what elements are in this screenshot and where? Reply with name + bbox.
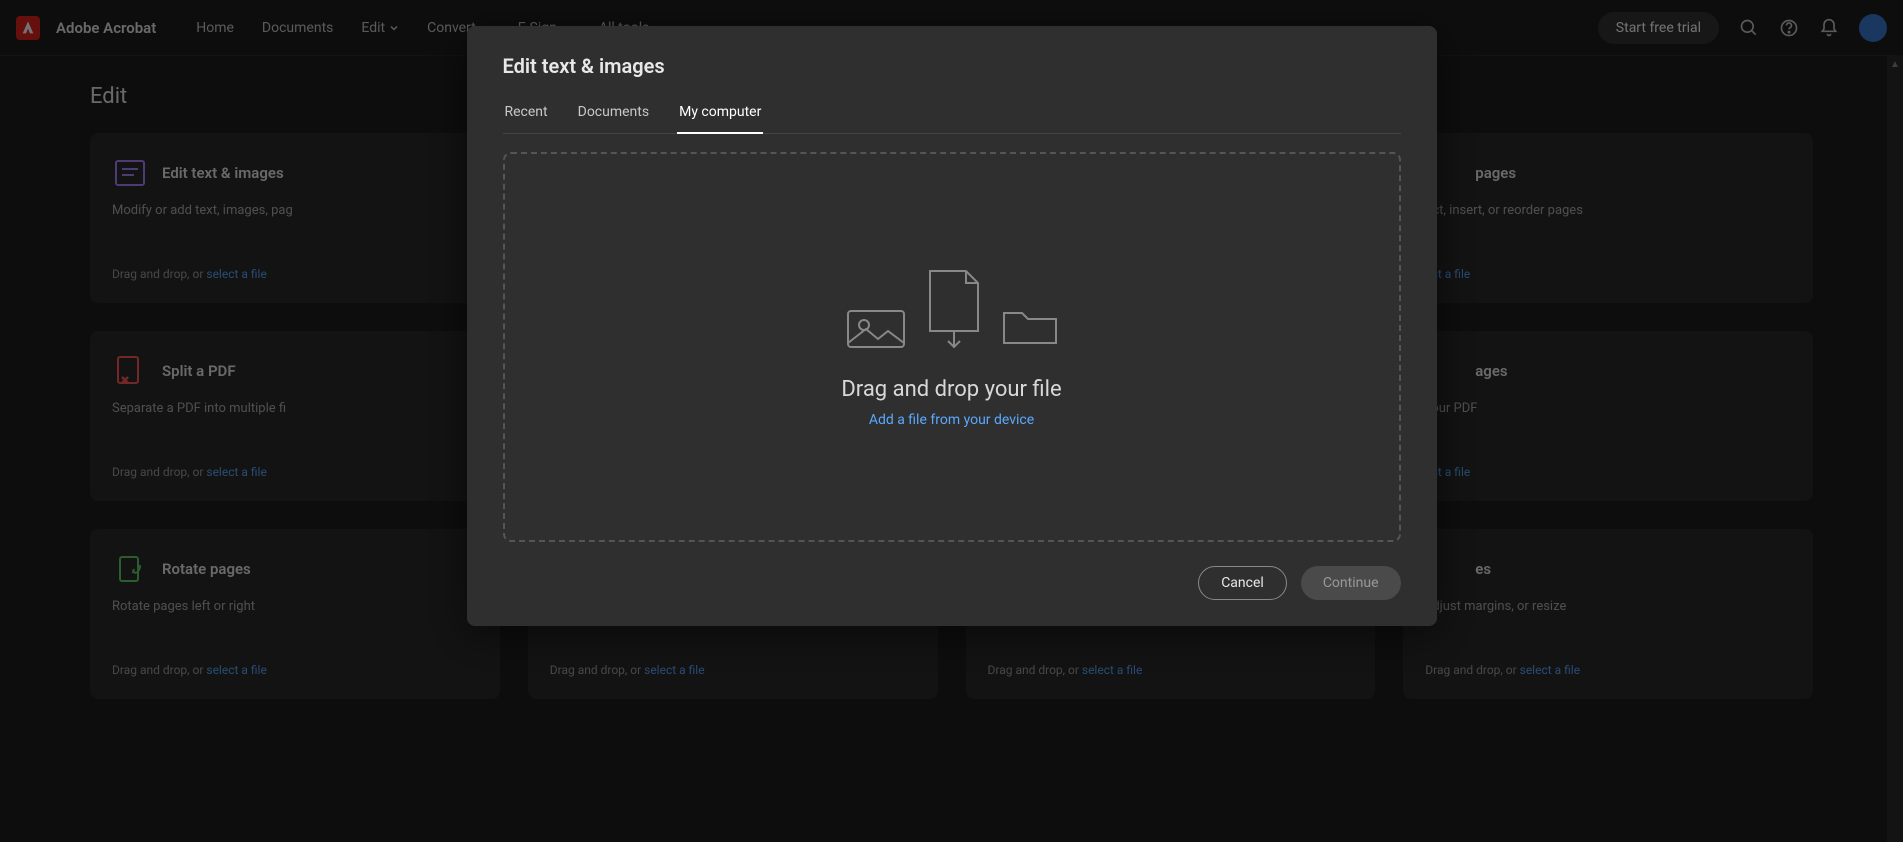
modal-actions: Cancel Continue bbox=[503, 566, 1401, 600]
file-picker-modal: Edit text & images Recent Documents My c… bbox=[467, 26, 1437, 626]
modal-title: Edit text & images bbox=[503, 54, 1401, 78]
cancel-button[interactable]: Cancel bbox=[1198, 566, 1287, 600]
modal-overlay: Edit text & images Recent Documents My c… bbox=[0, 0, 1903, 842]
dropzone-illustration bbox=[844, 267, 1060, 351]
tab-recent[interactable]: Recent bbox=[503, 96, 550, 134]
image-icon bbox=[844, 303, 908, 351]
tab-mycomputer[interactable]: My computer bbox=[677, 96, 763, 134]
tab-documents[interactable]: Documents bbox=[576, 96, 651, 134]
dropzone-title: Drag and drop your file bbox=[841, 377, 1061, 402]
modal-tabs: Recent Documents My computer bbox=[503, 96, 1401, 134]
add-file-link[interactable]: Add a file from your device bbox=[869, 412, 1034, 428]
file-download-icon bbox=[922, 267, 986, 351]
dropzone[interactable]: Drag and drop your file Add a file from … bbox=[503, 152, 1401, 542]
folder-icon bbox=[1000, 303, 1060, 351]
continue-button[interactable]: Continue bbox=[1301, 566, 1401, 600]
